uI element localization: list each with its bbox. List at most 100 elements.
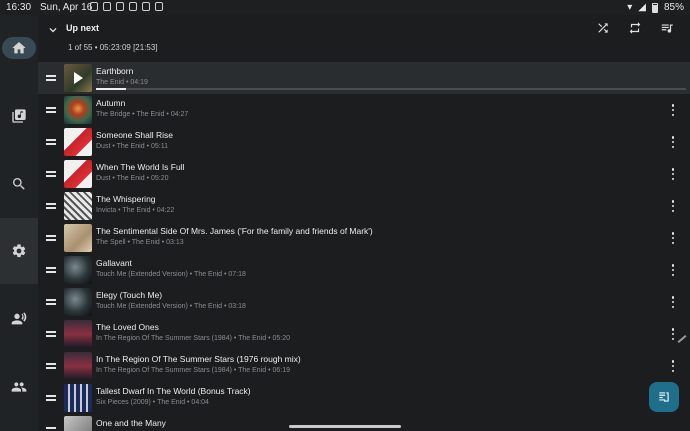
drag-handle-icon[interactable] <box>46 75 56 81</box>
queue-row[interactable]: Someone Shall Rise Dust • The Enid • 05:… <box>38 126 690 158</box>
more-options-icon[interactable] <box>671 264 675 276</box>
queue-list: Earthborn The Enid • 04:19 Autumn The Br… <box>38 62 690 431</box>
battery-level: 85% <box>663 2 684 13</box>
track-progress-fill <box>96 88 126 90</box>
notification-icon <box>129 2 137 11</box>
drag-handle-icon[interactable] <box>46 395 56 401</box>
notification-icon <box>90 2 98 11</box>
wifi-icon: ▾ <box>627 2 633 13</box>
queue-row-current[interactable]: Earthborn The Enid • 04:19 <box>38 62 690 94</box>
queue-row[interactable]: When The World Is Full Dust • The Enid •… <box>38 158 690 190</box>
queue-row[interactable]: Gallavant Touch Me (Extended Version) • … <box>38 254 690 286</box>
album-art <box>64 416 92 431</box>
track-subtitle: Dust • The Enid • 05:11 <box>96 143 168 150</box>
repeat-icon <box>629 22 641 34</box>
queue-fab-button[interactable] <box>649 382 679 412</box>
music-library-icon <box>12 109 26 123</box>
drag-handle-icon[interactable] <box>46 171 56 177</box>
more-options-icon[interactable] <box>671 104 675 116</box>
track-subtitle: In The Region Of The Summer Stars (1984)… <box>96 367 291 374</box>
notification-icon <box>155 2 163 11</box>
chevron-down-icon[interactable] <box>46 23 60 37</box>
track-subtitle: The Enid • 04:19 <box>96 79 148 86</box>
people-icon <box>11 312 27 325</box>
track-title: Someone Shall Rise <box>96 130 174 140</box>
queue-summary: 1 of 55 • 05:23:09 [21:53] <box>68 43 158 52</box>
track-title: The Loved Ones <box>96 322 159 332</box>
more-options-icon[interactable] <box>671 328 675 340</box>
shuffle-icon <box>598 23 608 33</box>
drag-handle-icon[interactable] <box>46 203 56 209</box>
shuffle-button[interactable] <box>594 19 612 37</box>
queue-header: Up next 1 of 55 • 05:23:09 [21:53] <box>38 15 690 62</box>
track-title: Earthborn <box>96 66 134 76</box>
track-title: Elegy (Touch Me) <box>96 290 163 300</box>
rail-item-home[interactable] <box>0 15 38 81</box>
drag-handle-icon[interactable] <box>46 267 56 273</box>
album-art <box>64 256 92 284</box>
drag-handle-icon[interactable] <box>46 427 56 431</box>
drag-handle-icon[interactable] <box>46 299 56 305</box>
gesture-nav-handle[interactable] <box>289 425 401 428</box>
rail-item-settings[interactable] <box>0 218 38 284</box>
more-options-icon[interactable] <box>671 168 675 180</box>
drag-handle-icon[interactable] <box>46 107 56 113</box>
drag-handle-icon[interactable] <box>46 363 56 369</box>
album-art <box>64 96 92 124</box>
signal-icon: ◢ <box>638 2 646 13</box>
track-title: Tallest Dwarf In The World (Bonus Track) <box>96 386 251 396</box>
queue-music-icon <box>661 24 673 33</box>
track-subtitle: Dust • The Enid • 05:20 <box>96 175 169 182</box>
track-subtitle: The Bridge • The Enid • 04:27 <box>96 111 189 118</box>
notification-icons <box>90 2 163 11</box>
track-subtitle: Six Pieces (2009) • The Enid • 04:04 <box>96 399 209 406</box>
people-icon <box>11 382 27 392</box>
battery-icon <box>651 2 658 13</box>
queue-row[interactable]: In The Region Of The Summer Stars (1976 … <box>38 350 690 382</box>
rail-item-people[interactable] <box>0 286 38 352</box>
more-options-icon[interactable] <box>671 200 675 212</box>
track-title: In The Region Of The Summer Stars (1976 … <box>96 354 301 364</box>
album-art <box>64 128 92 156</box>
repeat-button[interactable] <box>626 19 644 37</box>
rail-item-people-2[interactable] <box>0 354 38 420</box>
queue-row[interactable]: The Sentimental Side Of Mrs. James ('For… <box>38 222 690 254</box>
drag-handle-icon[interactable] <box>46 331 56 337</box>
search-icon <box>13 178 25 190</box>
queue-row[interactable]: Elegy (Touch Me) Touch Me (Extended Vers… <box>38 286 690 318</box>
notification-icon <box>103 2 111 11</box>
track-title: Autumn <box>96 98 126 108</box>
more-options-icon[interactable] <box>671 296 675 308</box>
queue-row[interactable]: Autumn The Bridge • The Enid • 04:27 <box>38 94 690 126</box>
queue-row[interactable]: One and the Many <box>38 414 690 431</box>
more-options-icon[interactable] <box>671 136 675 148</box>
track-title: The Whispering <box>96 194 156 204</box>
track-subtitle: In The Region Of The Summer Stars (1984)… <box>96 335 291 342</box>
queue-row[interactable]: Tallest Dwarf In The World (Bonus Track)… <box>38 382 690 414</box>
more-options-icon[interactable] <box>671 360 675 372</box>
rail-active-indicator <box>2 37 36 59</box>
album-art <box>64 224 92 252</box>
play-indicator-icon <box>74 72 83 84</box>
track-subtitle: Touch Me (Extended Version) • The Enid •… <box>96 271 246 278</box>
queue-row[interactable]: The Loved Ones In The Region Of The Summ… <box>38 318 690 350</box>
status-time: 16:30 <box>6 2 32 13</box>
track-progress-bar[interactable] <box>96 88 686 90</box>
album-art <box>64 384 92 412</box>
drag-handle-icon[interactable] <box>46 235 56 241</box>
queue-options-button[interactable] <box>658 19 676 37</box>
more-options-icon[interactable] <box>671 232 675 244</box>
album-art <box>64 352 92 380</box>
album-art <box>64 320 92 348</box>
drag-handle-icon[interactable] <box>46 139 56 145</box>
notification-icon <box>142 2 150 11</box>
queue-row[interactable]: The Whispering Invicta • The Enid • 04:2… <box>38 190 690 222</box>
rail-item-search[interactable] <box>0 151 38 217</box>
album-art <box>64 288 92 316</box>
track-title: When The World Is Full <box>96 162 185 172</box>
rail-item-library[interactable] <box>0 83 38 149</box>
home-icon <box>12 42 26 54</box>
album-art <box>64 160 92 188</box>
playlist-icon <box>659 392 669 402</box>
track-title: Gallavant <box>96 258 132 268</box>
